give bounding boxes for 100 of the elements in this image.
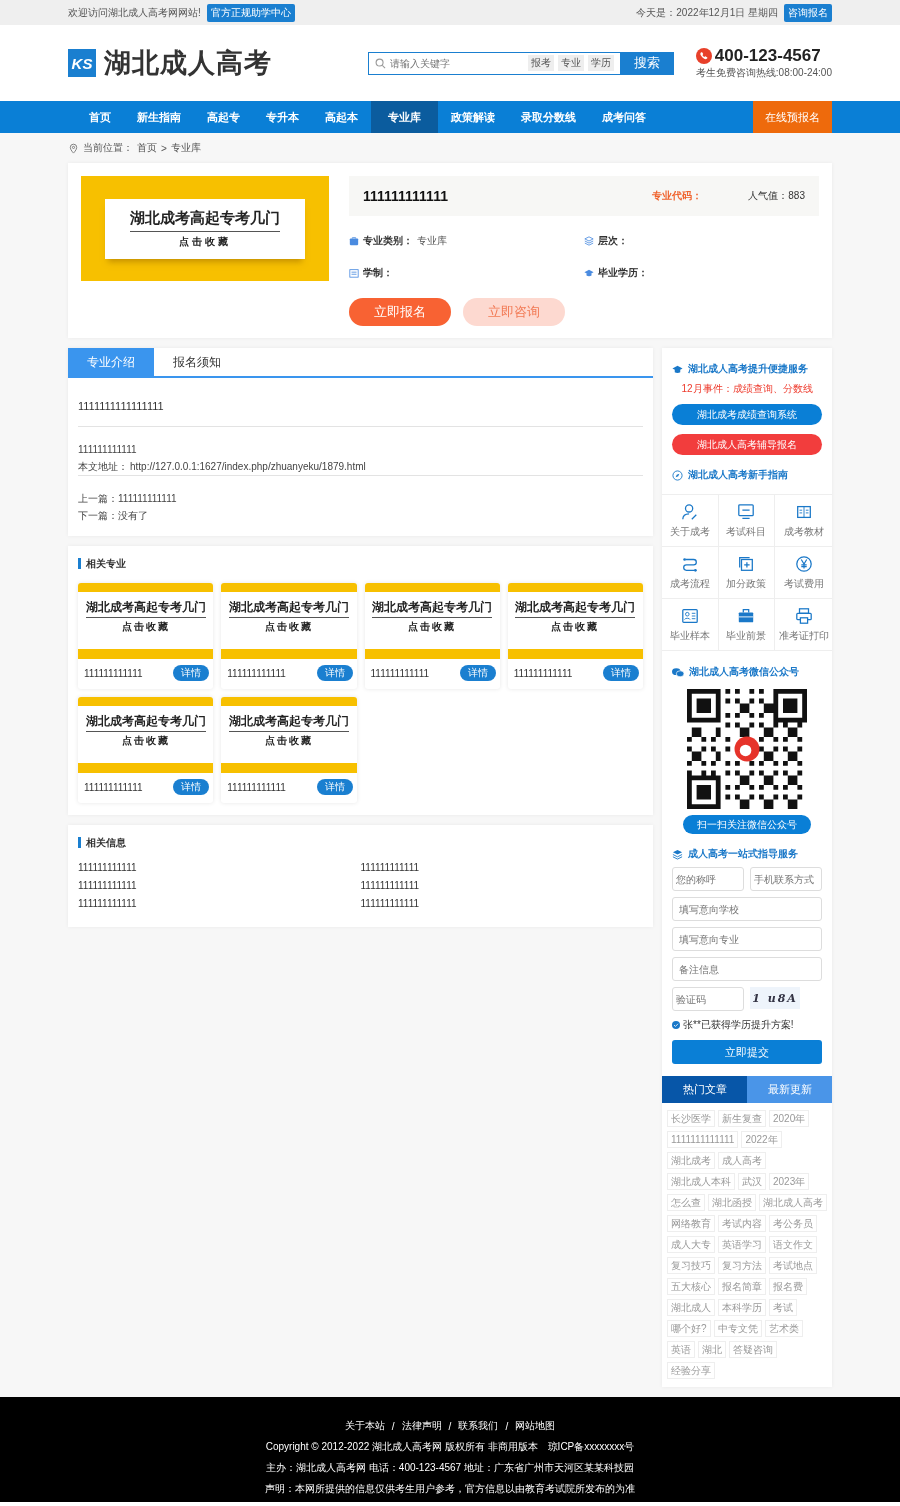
nav-item[interactable]: 政策解读 <box>438 101 508 133</box>
detail-button[interactable]: 详情 <box>173 779 210 795</box>
guide-item[interactable]: 准考证打印 <box>775 599 832 651</box>
nav-item[interactable]: 高起专 <box>194 101 253 133</box>
form-input[interactable]: 备注信息 <box>672 957 822 981</box>
form-input[interactable]: 填写意向专业 <box>672 927 822 951</box>
keyword-tag[interactable]: 新生复查 <box>718 1110 766 1127</box>
major-card[interactable]: 湖北成考高起专考几门 点击收藏 111111111111 详情 <box>364 583 500 689</box>
consult-link[interactable]: 咨询报名 <box>784 3 832 22</box>
keyword-tag[interactable]: 2020年 <box>769 1110 810 1127</box>
score-query-button[interactable]: 湖北成考成绩查询系统 <box>672 404 822 425</box>
keyword-tag[interactable]: 长沙医学 <box>667 1110 715 1127</box>
detail-button[interactable]: 详情 <box>316 665 353 681</box>
keyword-tag[interactable]: 答疑咨询 <box>729 1341 777 1358</box>
keyword-tag[interactable]: 艺术类 <box>764 1320 803 1337</box>
detail-button[interactable]: 详情 <box>316 779 353 795</box>
pre-register-button[interactable]: 在线预报名 <box>753 101 832 133</box>
info-link[interactable]: 111111111111 <box>360 880 643 891</box>
keyword-tag[interactable]: 湖北函授 <box>708 1194 756 1211</box>
form-input[interactable]: 填写意向学校 <box>672 897 822 921</box>
major-card[interactable]: 湖北成考高起专考几门 点击收藏 111111111111 详情 <box>221 697 357 803</box>
keyword-tag[interactable]: 复习技巧 <box>667 1257 715 1274</box>
keyword-tag[interactable]: 2022年 <box>741 1131 782 1148</box>
form-input[interactable]: 手机联系方式 <box>750 867 822 891</box>
info-link[interactable]: 111111111111 <box>78 880 361 891</box>
keyword-tag[interactable]: 考试 <box>769 1299 797 1316</box>
nav-item[interactable]: 专业库 <box>371 101 438 133</box>
footer-link[interactable]: 关于本站 <box>344 1419 385 1433</box>
guide-item[interactable]: 毕业样本 <box>662 599 719 651</box>
keyword-tag[interactable]: 湖北成考 <box>667 1152 715 1169</box>
content-tab[interactable]: 专业介绍 <box>68 348 154 376</box>
keyword-tag[interactable]: 考试内容 <box>718 1215 766 1232</box>
help-center-link[interactable]: 官方正规助学中心 <box>206 3 295 22</box>
keyword-tag[interactable]: 湖北成人 <box>667 1299 715 1316</box>
info-link[interactable]: 111111111111 <box>360 898 643 909</box>
search-tag[interactable]: 专业 <box>557 55 584 71</box>
guide-item[interactable]: 关于成考 <box>662 495 719 547</box>
info-link[interactable]: 111111111111 <box>78 862 361 873</box>
submit-button[interactable]: 立即提交 <box>672 1040 822 1064</box>
keyword-tag[interactable]: 考试地点 <box>769 1257 817 1274</box>
guide-item[interactable]: 考试费用 <box>775 547 832 599</box>
detail-button[interactable]: 详情 <box>173 665 210 681</box>
form-input[interactable]: 验证码 <box>672 987 744 1011</box>
keyword-tag[interactable]: 中专文凭 <box>713 1320 762 1337</box>
guide-item[interactable]: 考试科目 <box>718 495 776 547</box>
keyword-tag[interactable]: 湖北成人高考 <box>759 1194 827 1211</box>
guide-item[interactable]: 加分政策 <box>718 547 776 599</box>
tutoring-signup-button[interactable]: 湖北成人高考辅导报名 <box>672 434 822 455</box>
captcha-image[interactable]: 1 u8A <box>750 987 800 1009</box>
keyword-tag[interactable]: 本科学历 <box>718 1299 766 1316</box>
major-card[interactable]: 湖北成考高起专考几门 点击收藏 111111111111 详情 <box>507 583 643 689</box>
nav-item[interactable]: 专升本 <box>253 101 312 133</box>
nav-item[interactable]: 录取分数线 <box>508 101 589 133</box>
search-tag[interactable]: 学历 <box>587 55 614 71</box>
guide-item[interactable]: 毕业前景 <box>718 599 776 651</box>
breadcrumb-link[interactable]: 首页 <box>137 141 157 155</box>
keyword-tag[interactable]: 经验分享 <box>667 1362 715 1379</box>
article-tab[interactable]: 热门文章 <box>662 1076 747 1103</box>
nav-item[interactable]: 高起本 <box>312 101 371 133</box>
article-tab[interactable]: 最新更新 <box>747 1076 832 1103</box>
keyword-tag[interactable]: 考公务员 <box>769 1215 817 1232</box>
guide-item[interactable]: 成考流程 <box>662 547 719 599</box>
detail-button[interactable]: 详情 <box>603 665 639 681</box>
nav-item[interactable]: 成考问答 <box>589 101 659 133</box>
search-tag[interactable]: 报考 <box>527 55 554 71</box>
breadcrumb-link[interactable]: 专业库 <box>170 141 201 155</box>
apply-button[interactable]: 立即报名 <box>349 298 451 326</box>
guide-item[interactable]: 成考教材 <box>775 495 832 547</box>
keyword-tag[interactable]: 语文作文 <box>769 1236 817 1253</box>
keyword-tag[interactable]: 1111111111111 <box>667 1131 739 1148</box>
info-link[interactable]: 111111111111 <box>78 898 361 909</box>
keyword-tag[interactable]: 网络教育 <box>667 1215 715 1232</box>
footer-link[interactable]: 联系我们 <box>458 1419 499 1433</box>
keyword-tag[interactable]: 武汉 <box>738 1173 766 1190</box>
info-link[interactable]: 111111111111 <box>360 862 643 873</box>
keyword-tag[interactable]: 湖北成人本科 <box>667 1173 735 1190</box>
keyword-tag[interactable]: 报名简章 <box>718 1278 766 1295</box>
keyword-tag[interactable]: 英语学习 <box>718 1236 766 1253</box>
nav-item[interactable]: 首页 <box>76 101 124 133</box>
next-article-link[interactable]: 下一篇：没有了 <box>78 507 643 524</box>
keyword-tag[interactable]: 2023年 <box>769 1173 810 1190</box>
major-card[interactable]: 湖北成考高起专考几门 点击收藏 111111111111 详情 <box>78 583 214 689</box>
nav-item[interactable]: 新生指南 <box>124 101 194 133</box>
previous-article-link[interactable]: 上一篇：111111111111 <box>78 490 643 507</box>
keyword-tag[interactable]: 怎么查 <box>667 1194 705 1211</box>
major-card[interactable]: 湖北成考高起专考几门 点击收藏 111111111111 详情 <box>221 583 357 689</box>
form-input[interactable]: 您的称呼 <box>672 867 744 891</box>
keyword-tag[interactable]: 五大核心 <box>667 1278 715 1295</box>
keyword-tag[interactable]: 复习方法 <box>718 1257 766 1274</box>
keyword-tag[interactable]: 报名费 <box>769 1278 807 1295</box>
search-button[interactable]: 搜索 <box>619 51 674 75</box>
keyword-tag[interactable]: 哪个好? <box>667 1320 711 1337</box>
consult-button[interactable]: 立即咨询 <box>463 298 565 326</box>
major-card[interactable]: 湖北成考高起专考几门 点击收藏 111111111111 详情 <box>78 697 214 803</box>
footer-link[interactable]: 网站地图 <box>515 1419 556 1433</box>
content-tab[interactable]: 报名须知 <box>154 348 240 376</box>
detail-button[interactable]: 详情 <box>459 665 496 681</box>
keyword-tag[interactable]: 湖北 <box>698 1341 726 1358</box>
keyword-tag[interactable]: 成人高考 <box>718 1152 766 1169</box>
footer-link[interactable]: 法律声明 <box>401 1419 442 1433</box>
